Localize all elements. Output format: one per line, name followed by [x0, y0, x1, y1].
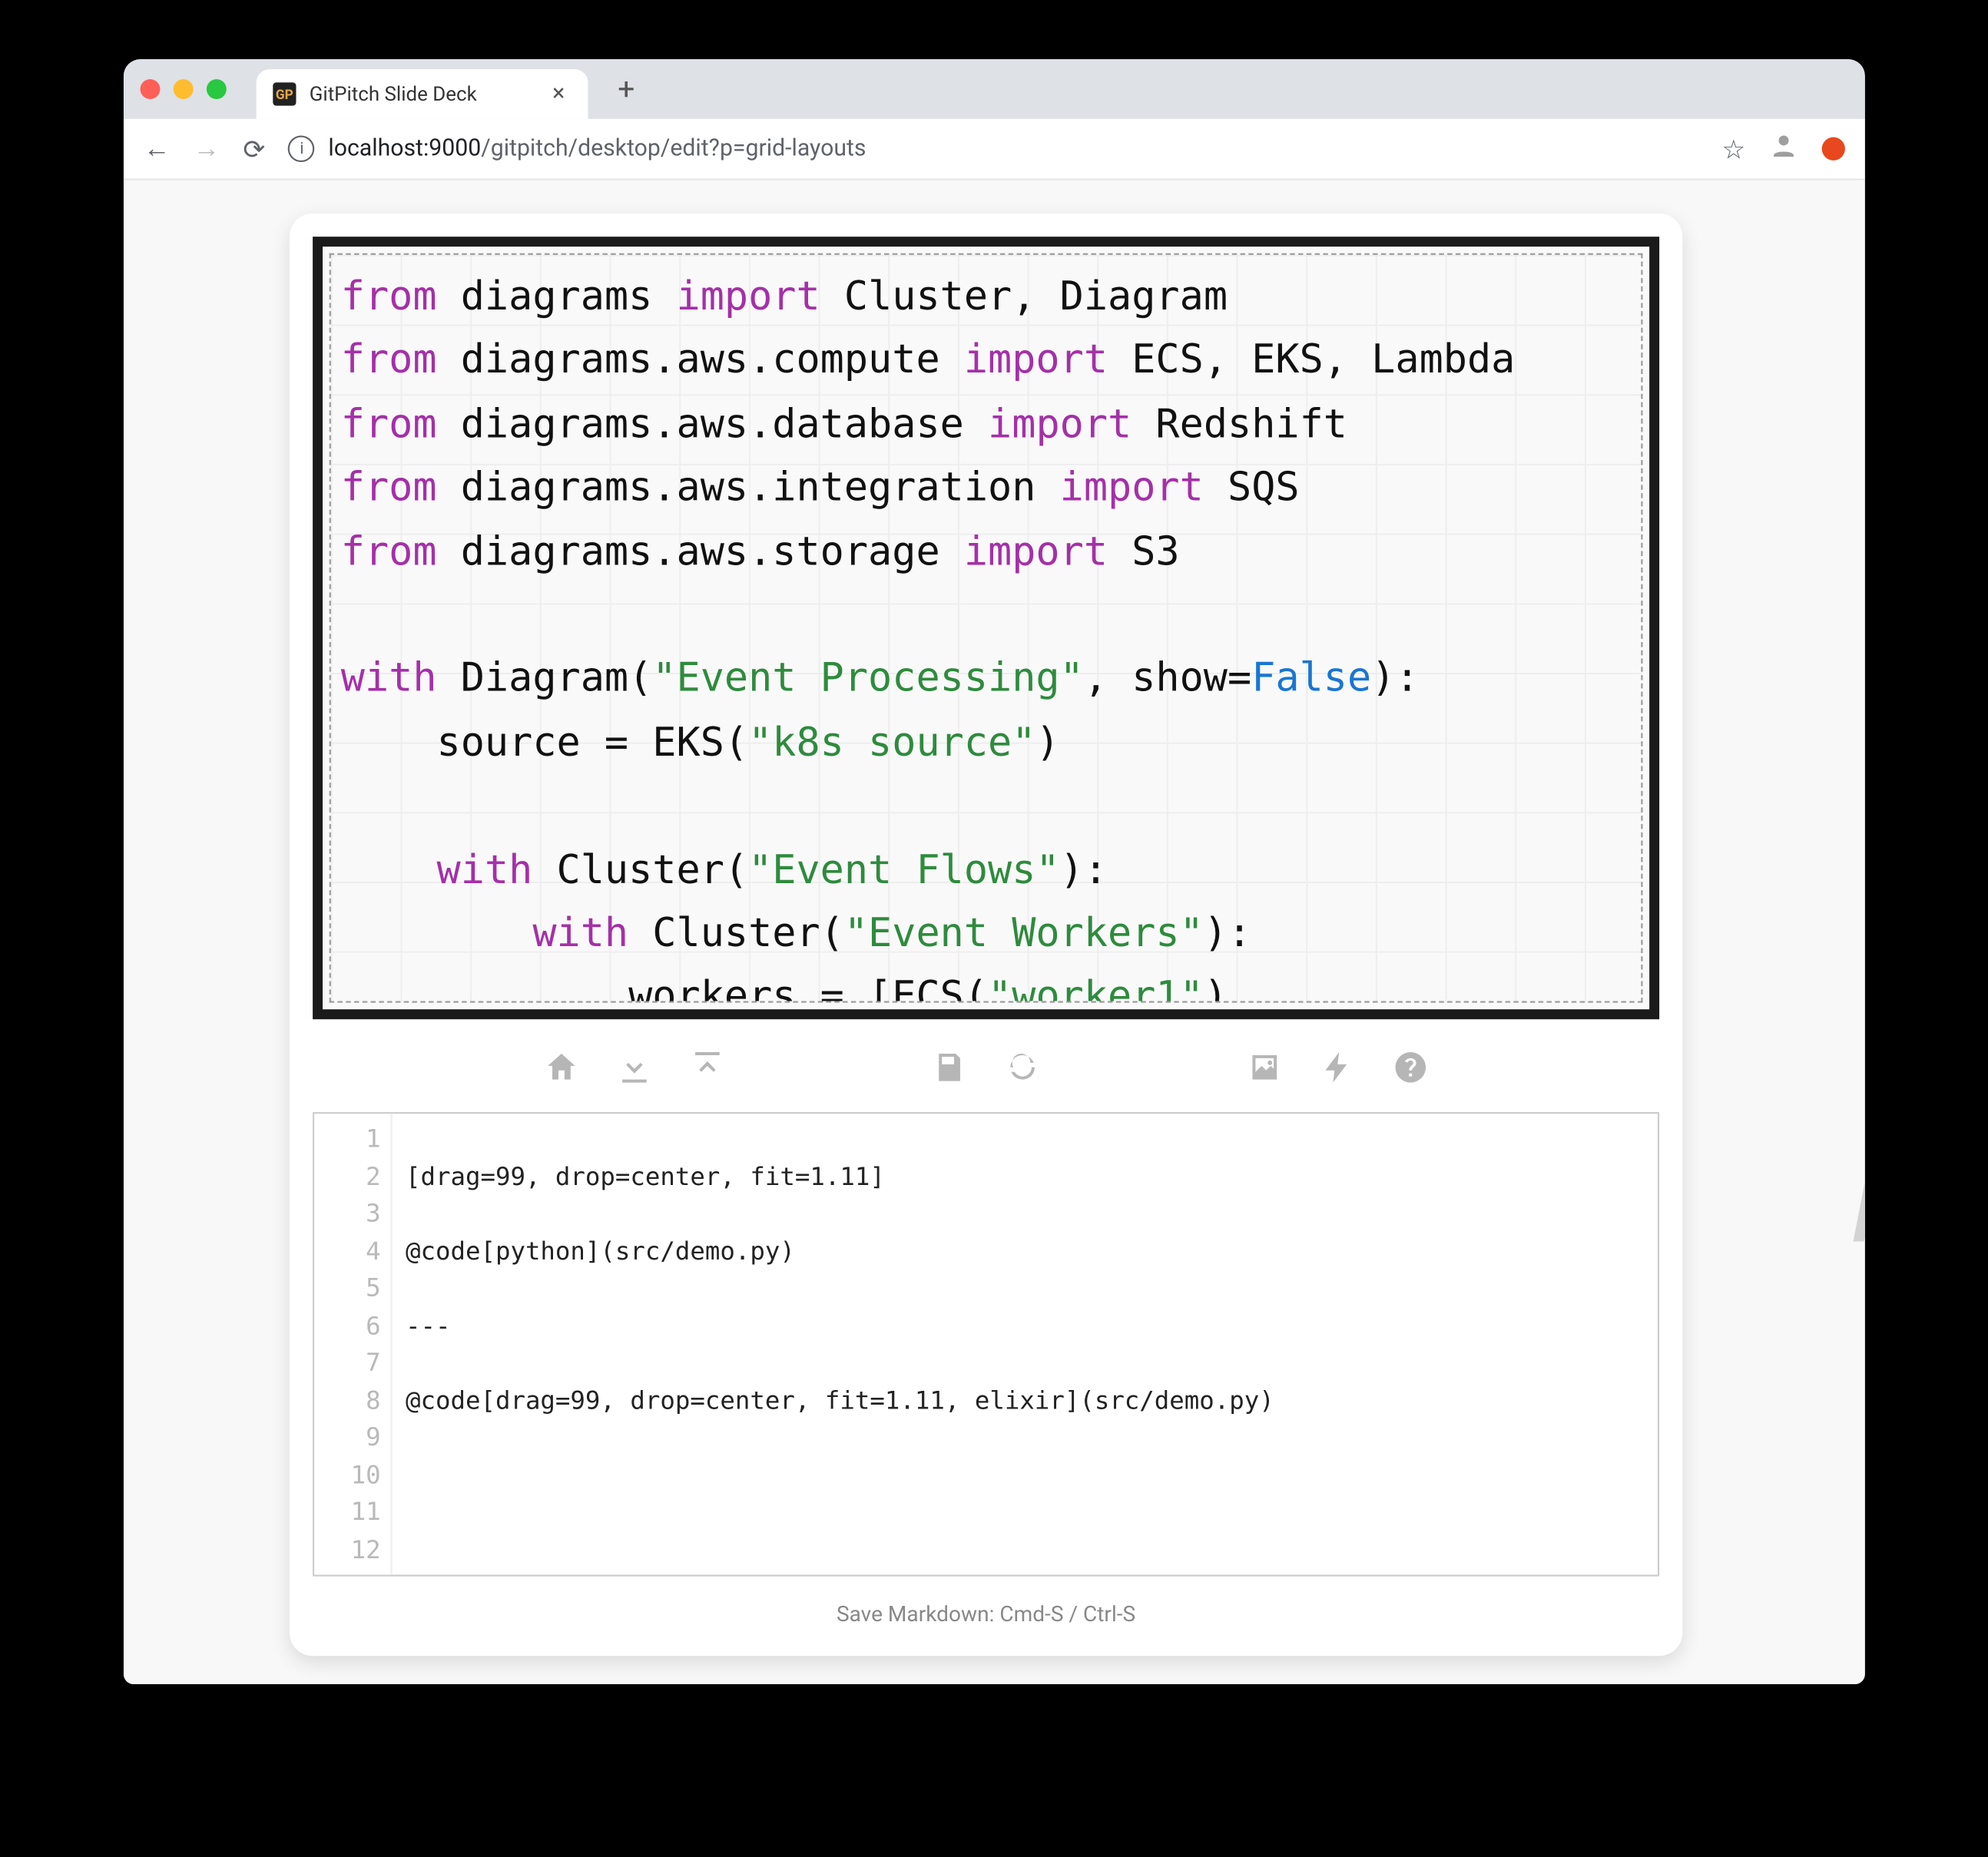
- close-window-button[interactable]: [140, 79, 160, 99]
- browser-window: GP GitPitch Slide Deck × + ← → ⟳ i local…: [124, 59, 1865, 1684]
- nav-reload-button[interactable]: ⟳: [243, 133, 265, 164]
- url-path: /gitpitch/desktop/edit?p=grid-layouts: [481, 135, 866, 162]
- background-watermark: et pa nan d(: [1848, 677, 1865, 1424]
- address-bar: ← → ⟳ i localhost:9000/gitpitch/desktop/…: [124, 119, 1865, 180]
- home-icon[interactable]: [543, 1049, 579, 1092]
- bookmark-star-icon[interactable]: ☆: [1721, 133, 1745, 164]
- bolt-icon[interactable]: [1319, 1049, 1355, 1092]
- window-controls: [140, 79, 226, 99]
- minimize-window-button[interactable]: [173, 79, 193, 99]
- image-icon[interactable]: [1246, 1049, 1282, 1092]
- url-port: :9000: [423, 135, 481, 162]
- status-hint: Save Markdown: Cmd-S / Ctrl-S: [837, 1603, 1135, 1627]
- tab-title: GitPitch Slide Deck: [309, 82, 532, 105]
- browser-tab[interactable]: GP GitPitch Slide Deck ×: [256, 69, 588, 119]
- upload-icon[interactable]: [689, 1049, 725, 1092]
- nav-forward-button[interactable]: →: [193, 132, 220, 165]
- line-number-gutter: 123456789101112: [314, 1114, 392, 1574]
- editor-content[interactable]: [drag=99, drop=center, fit=1.11] @code[p…: [392, 1114, 1657, 1574]
- new-tab-button[interactable]: +: [605, 65, 648, 114]
- url-input[interactable]: i localhost:9000/gitpitch/desktop/edit?p…: [288, 135, 1698, 162]
- help-icon[interactable]: [1392, 1049, 1428, 1092]
- site-info-icon[interactable]: i: [288, 135, 315, 162]
- refresh-icon[interactable]: [1004, 1049, 1040, 1092]
- nav-back-button[interactable]: ←: [143, 132, 170, 165]
- slide-preview-code: from diagrams import Cluster, Diagramfro…: [329, 253, 1642, 1003]
- url-host: localhost: [328, 135, 423, 162]
- extension-indicator-icon[interactable]: [1821, 137, 1844, 161]
- status-bar: Save Markdown: Cmd-S / Ctrl-S: [289, 1593, 1682, 1644]
- tab-strip: GP GitPitch Slide Deck × +: [124, 59, 1865, 119]
- editor-panel: from diagrams import Cluster, Diagramfro…: [289, 214, 1682, 1656]
- editor-toolbar: [289, 1042, 1682, 1112]
- maximize-window-button[interactable]: [207, 79, 227, 99]
- save-icon[interactable]: [931, 1049, 967, 1092]
- tab-close-button[interactable]: ×: [545, 82, 571, 105]
- profile-avatar-icon[interactable]: [1768, 131, 1798, 167]
- page-content: et pa nan d( from diagrams import Cluste…: [124, 180, 1865, 1684]
- tab-favicon: GP: [273, 82, 296, 105]
- slide-preview[interactable]: from diagrams import Cluster, Diagramfro…: [313, 237, 1659, 1019]
- markdown-editor[interactable]: 123456789101112 [drag=99, drop=center, f…: [313, 1112, 1659, 1576]
- download-icon[interactable]: [616, 1049, 652, 1092]
